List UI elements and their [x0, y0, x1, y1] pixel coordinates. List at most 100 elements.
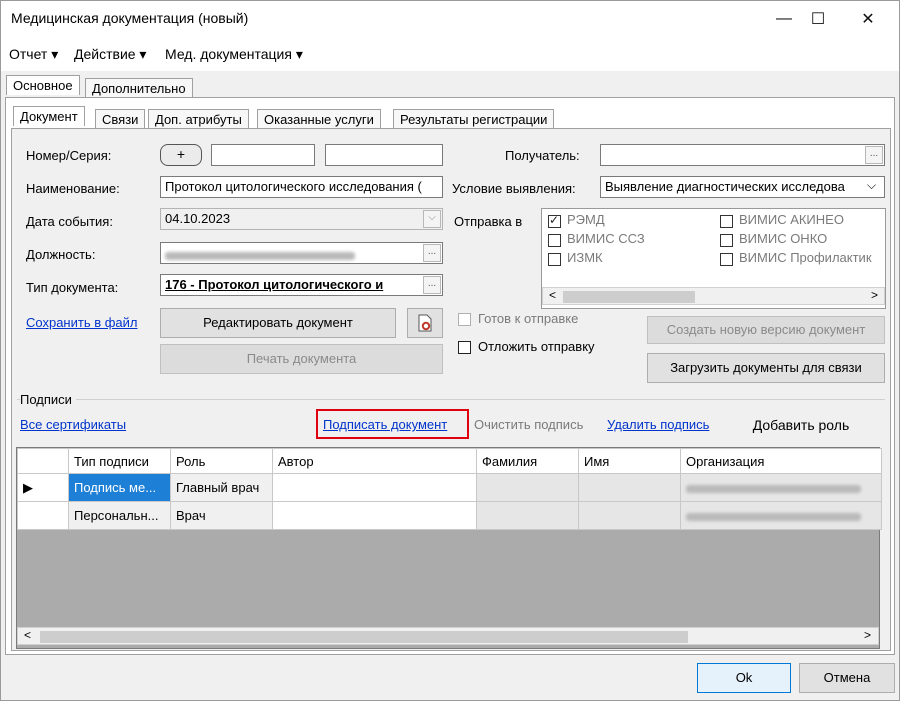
table-header-row: Тип подписи Роль Автор Фамилия Имя Орган…	[17, 448, 882, 474]
signature-type-cell[interactable]: Подпись ме...	[68, 473, 171, 502]
send-list-scroll-thumb[interactable]	[563, 291, 695, 303]
send-option-izmk: ИЗМК	[567, 250, 603, 265]
position-value-redacted	[165, 251, 355, 260]
tab-document[interactable]: Документ	[13, 106, 85, 126]
signatures-section-label: Подписи	[20, 392, 76, 407]
number-label: Номер/Серия:	[26, 148, 112, 163]
edit-document-button[interactable]: Редактировать документ	[160, 308, 396, 338]
recipient-label: Получатель:	[505, 148, 580, 163]
doctype-label: Тип документа:	[26, 280, 119, 295]
series-field[interactable]	[325, 144, 443, 166]
ok-button[interactable]: Ok	[697, 663, 791, 693]
delete-signature-link[interactable]: Удалить подпись	[607, 417, 709, 432]
send-option-vimis-onko: ВИМИС ОНКО	[739, 231, 828, 246]
tab-registration-results[interactable]: Результаты регистрации	[393, 109, 555, 129]
col-first-name[interactable]: Имя	[578, 448, 681, 474]
sign-document-link[interactable]: Подписать документ	[323, 417, 447, 432]
scroll-right-icon[interactable]: >	[871, 288, 878, 302]
chevron-down-icon[interactable]: ⌵	[867, 178, 876, 193]
doctype-field[interactable]: 176 - Протокол цитологического и ...	[160, 274, 443, 296]
ready-to-send-checkbox[interactable]	[458, 313, 471, 326]
event-date-label: Дата события:	[26, 214, 113, 229]
scroll-left-icon[interactable]: <	[24, 628, 31, 642]
scroll-right-icon[interactable]: >	[864, 628, 871, 642]
tab-main[interactable]: Основное	[6, 75, 80, 95]
organization-cell	[680, 473, 882, 502]
maximize-icon[interactable]: ☐	[795, 1, 841, 37]
recipient-ellipsis-icon[interactable]: ...	[865, 146, 883, 164]
close-icon[interactable]: ✕	[845, 1, 891, 37]
doctype-value: 176 - Протокол цитологического и	[165, 277, 384, 292]
position-field[interactable]: ...	[160, 242, 443, 264]
save-to-file-link[interactable]: Сохранить в файл	[26, 315, 138, 330]
first-name-cell	[578, 473, 681, 502]
col-signature-type[interactable]: Тип подписи	[68, 448, 171, 474]
col-role[interactable]: Роль	[170, 448, 273, 474]
checkbox-vimis-ssz[interactable]	[548, 234, 561, 247]
signatures-table: Тип подписи Роль Автор Фамилия Имя Орган…	[17, 448, 882, 530]
row-marker[interactable]: ▶	[17, 473, 69, 502]
signature-type-cell[interactable]: Персональн...	[68, 501, 171, 530]
cancel-button[interactable]: Отмена	[799, 663, 895, 693]
print-document-button[interactable]: Печать документа	[160, 344, 443, 374]
dialog-window: Медицинская документация (новый) — ☐ ✕ О…	[0, 0, 900, 701]
document-settings-button[interactable]	[407, 308, 443, 338]
checkbox-vimis-prof[interactable]	[720, 253, 733, 266]
author-cell[interactable]	[272, 501, 477, 530]
organization-redacted	[686, 484, 861, 493]
col-last-name[interactable]: Фамилия	[476, 448, 579, 474]
title-bar: Медицинская документация (новый) — ☐ ✕	[1, 1, 899, 37]
col-organization[interactable]: Организация	[680, 448, 882, 474]
row-marker[interactable]	[17, 501, 69, 530]
detection-label: Условие выявления:	[452, 181, 576, 196]
event-date-value: 04.10.2023	[165, 211, 231, 226]
role-cell[interactable]: Врач	[170, 501, 273, 530]
position-ellipsis-icon[interactable]: ...	[423, 244, 441, 262]
send-option-vimis-akineo: ВИМИС АКИНЕО	[739, 212, 844, 227]
all-certificates-link[interactable]: Все сертификаты	[20, 417, 126, 432]
send-list-scrollbar[interactable]: < >	[542, 287, 885, 305]
author-cell[interactable]	[272, 473, 477, 502]
load-documents-button[interactable]: Загрузить документы для связи	[647, 353, 885, 383]
postpone-send-checkbox[interactable]	[458, 341, 471, 354]
tab-extra-attributes[interactable]: Доп. атрибуты	[148, 109, 249, 129]
tab-links[interactable]: Связи	[95, 109, 146, 129]
scroll-left-icon[interactable]: <	[549, 288, 556, 302]
checkbox-vimis-akineo[interactable]	[720, 215, 733, 228]
send-option-vimis-ssz: ВИМИС ССЗ	[567, 231, 645, 246]
table-row[interactable]: Персональн... Врач	[17, 501, 882, 530]
table-row[interactable]: ▶ Подпись ме... Главный врач	[17, 473, 882, 502]
recipient-field[interactable]: ...	[600, 144, 885, 166]
menu-action[interactable]: Действие ▾	[74, 46, 146, 63]
checkbox-vimis-onko[interactable]	[720, 234, 733, 247]
tab-additional[interactable]: Дополнительно	[85, 78, 193, 98]
grid-scroll-thumb[interactable]	[40, 631, 688, 643]
event-date-field[interactable]: 04.10.2023 ⌵	[160, 208, 443, 230]
send-option-vimis-prof: ВИМИС Профилактик	[739, 250, 872, 265]
grid-scrollbar[interactable]: < >	[17, 627, 879, 645]
tab-services[interactable]: Оказанные услуги	[257, 109, 381, 129]
checkbox-remd[interactable]	[548, 213, 561, 228]
col-author[interactable]: Автор	[272, 448, 477, 474]
clear-signature-link[interactable]: Очистить подпись	[474, 417, 583, 432]
menu-med-docs[interactable]: Мед. документация ▾	[165, 46, 303, 63]
menu-report[interactable]: Отчет ▾	[9, 46, 58, 63]
ready-to-send-label: Готов к отправке	[478, 311, 579, 326]
event-date-dropdown-icon[interactable]: ⌵	[423, 210, 441, 228]
window-title: Медицинская документация (новый)	[11, 10, 249, 26]
number-field[interactable]	[211, 144, 315, 166]
new-version-button[interactable]: Создать новую версию документ	[647, 316, 885, 344]
doctype-ellipsis-icon[interactable]: ...	[423, 276, 441, 294]
organization-cell	[680, 501, 882, 530]
role-cell[interactable]: Главный врач	[170, 473, 273, 502]
name-label: Наименование:	[26, 181, 120, 196]
checkbox-izmk[interactable]	[548, 253, 561, 266]
add-number-button[interactable]: +	[160, 144, 202, 166]
detection-select[interactable]: Выявление диагностических исследова	[600, 176, 885, 198]
detection-value: Выявление диагностических исследова	[605, 179, 845, 194]
last-name-cell	[476, 501, 579, 530]
add-role-button[interactable]: Добавить роль	[732, 409, 870, 441]
document-gear-icon	[418, 314, 432, 332]
name-field[interactable]: Протокол цитологического исследования (	[160, 176, 443, 198]
menu-bar: Отчет ▾ Действие ▾ Мед. документация ▾	[1, 37, 899, 71]
